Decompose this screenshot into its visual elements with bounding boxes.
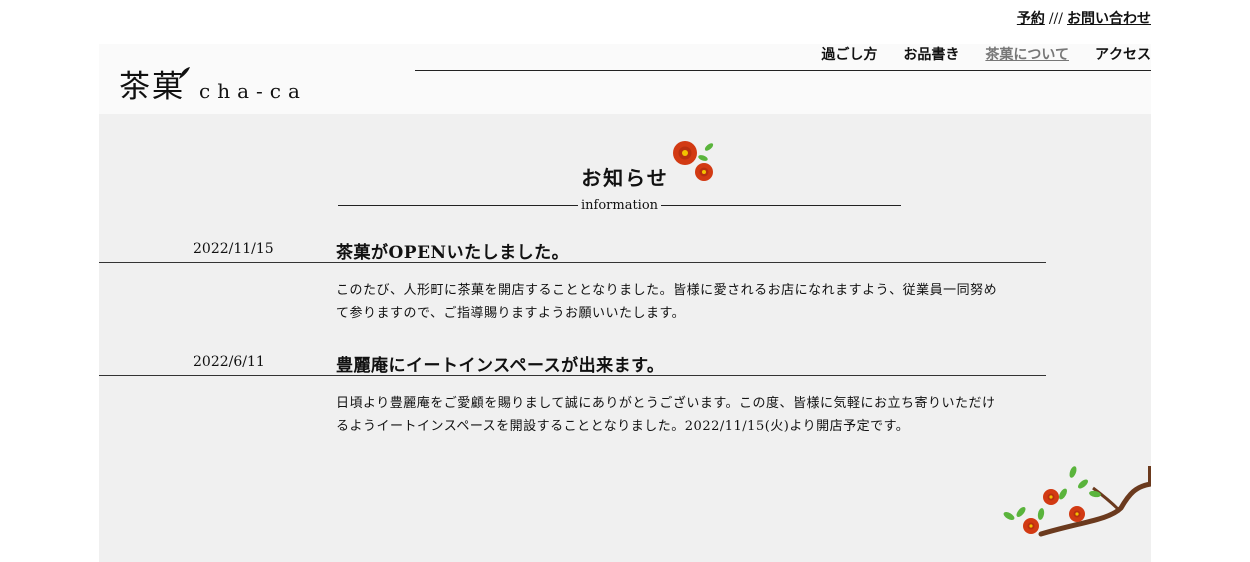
news-date: 2022/6/11 — [193, 354, 265, 370]
section-title: お知らせ — [581, 166, 669, 190]
site-header: 茶菓 cha-ca 過ごし方 お品書き 茶菓について アクセス — [99, 44, 1151, 114]
logo-roman: cha-ca — [199, 79, 307, 103]
link-separator: /// — [1048, 11, 1063, 27]
section-subtitle: information — [338, 198, 902, 213]
news-title: 茶菓がOPENいたしました。 — [336, 243, 570, 263]
reserve-link[interactable]: 予約 — [1017, 11, 1045, 27]
nav-item-oshinagaki[interactable]: お品書き — [903, 44, 959, 64]
leaf-mark-icon — [179, 67, 190, 79]
contact-link[interactable]: お問い合わせ — [1067, 11, 1151, 27]
news-header: 2022/6/11 豊麗庵にイートインスペースが出来ます。 — [99, 345, 1046, 376]
nav-item-about[interactable]: 茶菓について — [985, 44, 1069, 64]
news-body: 日頃より豊麗庵をご愛顧を賜りまして誠にありがとうございます。この度、皆様に気軽に… — [336, 396, 996, 434]
news-item: 2022/6/11 豊麗庵にイートインスペースが出来ます。 日頃より豊麗庵をご愛… — [99, 345, 1046, 438]
camellia-branch-icon — [1003, 466, 1151, 537]
main-nav: 過ごし方 お品書き 茶菓について アクセス — [821, 44, 1151, 64]
main-content: お知らせ information 2022/11/15 茶菓がOPENいたしまし… — [99, 114, 1151, 562]
news-item: 2022/11/15 茶菓がOPENいたしました。 このたび、人形町に茶菓を開店… — [99, 232, 1046, 325]
site-logo[interactable]: 茶菓 cha-ca — [119, 67, 307, 105]
news-body: このたび、人形町に茶菓を開店することとなりました。皆様に愛されるお店になれますよ… — [336, 283, 998, 321]
subtitle-line-left — [338, 205, 578, 206]
nav-item-access[interactable]: アクセス — [1095, 44, 1151, 64]
top-links: 予約/// お問い合わせ — [1017, 8, 1151, 28]
news-title: 豊麗庵にイートインスペースが出来ます。 — [336, 356, 665, 376]
subtitle-text: information — [580, 198, 659, 213]
logo-kanji: 茶菓 — [119, 69, 185, 105]
news-date: 2022/11/15 — [193, 241, 274, 257]
camellia-flower-icon — [673, 141, 714, 181]
nav-item-sugoshikata[interactable]: 過ごし方 — [821, 44, 877, 64]
subtitle-line-right — [661, 205, 902, 206]
news-header: 2022/11/15 茶菓がOPENいたしました。 — [99, 232, 1046, 263]
nav-divider — [415, 70, 1151, 71]
